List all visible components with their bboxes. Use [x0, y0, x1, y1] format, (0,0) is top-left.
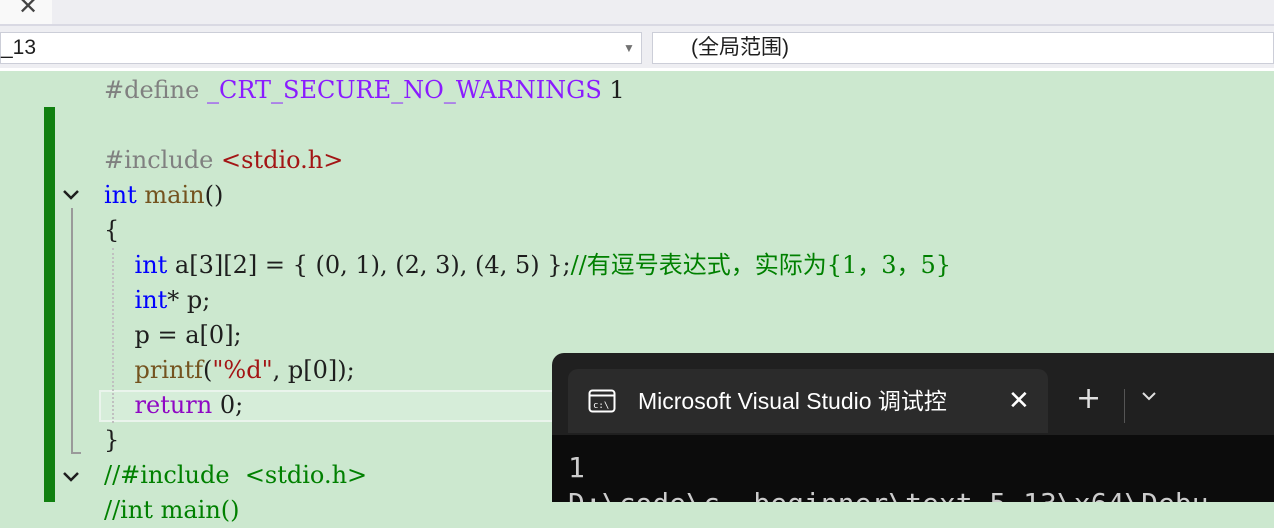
scope-dropdown-value: (全局范围): [691, 36, 789, 59]
code-token: {: [104, 216, 120, 244]
fold-region-end: [71, 452, 81, 454]
code-line[interactable]: }: [104, 423, 119, 458]
tab-close-icon[interactable]: ✕: [18, 0, 38, 18]
code-token: p = a[0];: [104, 321, 242, 349]
code-token: (): [204, 181, 224, 209]
code-token: int: [104, 181, 137, 209]
code-token: //有逗号表达式，实际为{1，3，5}: [570, 251, 952, 279]
code-token: , p[0]);: [272, 356, 355, 384]
collapse-icon[interactable]: [60, 184, 82, 206]
code-line[interactable]: //#include <stdio.h>: [104, 458, 367, 493]
console-title: Microsoft Visual Studio 调试控: [638, 388, 947, 414]
code-token: 1: [601, 76, 625, 104]
document-tab[interactable]: ✕: [0, 0, 52, 24]
code-token: "%d": [212, 356, 273, 384]
console-output-line: D:\code\c--beginner\text_5_13\x64\Debu: [568, 487, 1209, 502]
chevron-down-icon[interactable]: [1138, 385, 1160, 407]
code-token: //#include <stdio.h>: [104, 461, 368, 489]
document-tab-strip: ✕: [0, 0, 1274, 24]
terminal-icon: c:\: [588, 387, 616, 415]
code-token: _CRT_SECURE_NO_WARNINGS: [206, 76, 602, 104]
code-line[interactable]: #define _CRT_SECURE_NO_WARNINGS 1: [104, 73, 625, 108]
project-dropdown-value: _13: [1, 36, 37, 59]
tab-separator: [1124, 389, 1125, 423]
code-line[interactable]: #include <stdio.h>: [104, 143, 343, 178]
debug-console-window[interactable]: c:\ Microsoft Visual Studio 调试控 ✕ + 1 D:…: [552, 353, 1274, 502]
code-line[interactable]: //int main(): [104, 493, 240, 528]
code-token: 0;: [212, 391, 244, 419]
code-line[interactable]: int* p;: [104, 283, 211, 318]
code-token: main: [144, 181, 205, 209]
code-token: //int main(): [104, 496, 240, 524]
code-token: a[3][2] = { (0, 1), (2, 3), (4, 5) };: [167, 251, 571, 279]
code-token: * p;: [167, 286, 211, 314]
code-token: printf: [134, 356, 204, 384]
chevron-down-icon[interactable]: ▼: [619, 33, 639, 63]
scope-dropdown[interactable]: (全局范围): [652, 32, 1274, 64]
code-line[interactable]: int main(): [104, 178, 223, 213]
code-line[interactable]: p = a[0];: [104, 318, 242, 353]
code-token: <stdio.h>: [221, 146, 344, 174]
new-tab-icon[interactable]: +: [1076, 381, 1101, 417]
code-token: (: [203, 356, 213, 384]
project-dropdown[interactable]: _13 ▼: [0, 32, 642, 64]
change-tracking-bar: [44, 107, 55, 502]
console-tab[interactable]: c:\ Microsoft Visual Studio 调试控 ✕: [568, 369, 1048, 433]
code-line[interactable]: int a[3][2] = { (0, 1), (2, 3), (4, 5) }…: [104, 248, 952, 283]
fold-region-line: [71, 208, 73, 454]
collapse-icon[interactable]: [60, 466, 82, 488]
code-token: int: [134, 286, 168, 314]
code-token: int: [134, 251, 168, 279]
code-token: #include: [104, 146, 222, 174]
code-line[interactable]: return 0;: [104, 388, 244, 423]
navigation-bar: _13 ▼ (全局范围): [0, 26, 1274, 70]
console-output-line: 1: [568, 451, 585, 484]
code-line[interactable]: printf("%d", p[0]);: [104, 353, 355, 388]
code-token: }: [104, 426, 120, 454]
close-icon[interactable]: ✕: [1008, 383, 1030, 419]
svg-text:c:\: c:\: [593, 401, 609, 411]
nav-divider: [0, 68, 1274, 71]
code-line[interactable]: {: [104, 213, 119, 248]
console-output: 1 D:\code\c--beginner\text_5_13\x64\Debu: [552, 435, 1274, 502]
indent-guide: [112, 248, 114, 423]
code-token: return: [134, 391, 213, 419]
code-token: #define: [104, 76, 207, 104]
